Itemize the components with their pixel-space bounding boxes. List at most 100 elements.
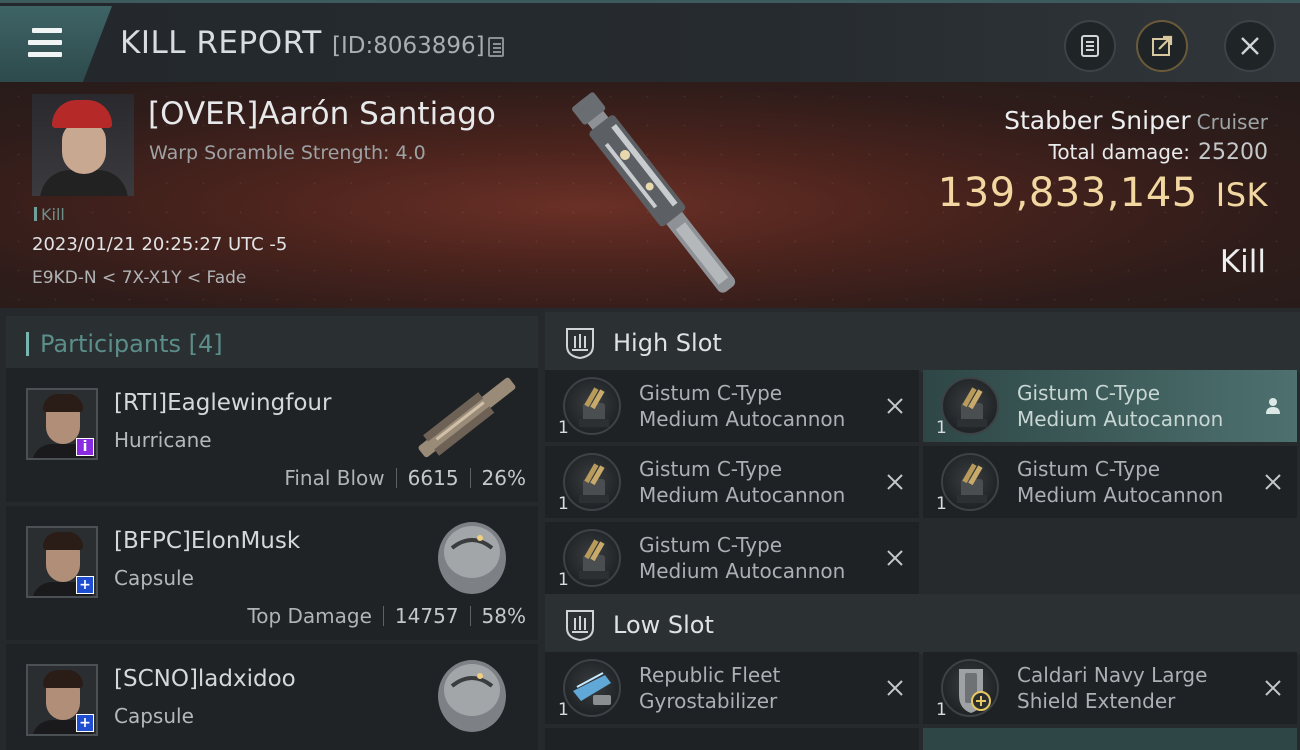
participant-stats: Top Damage 14757 58%	[247, 604, 526, 628]
autocannon-icon	[563, 453, 621, 511]
victim-ship-image[interactable]	[545, 88, 765, 302]
participant-avatar[interactable]: +	[26, 664, 98, 736]
autocannon-icon	[563, 529, 621, 587]
ship-name-label: Stabber Sniper	[1004, 106, 1191, 135]
total-damage: Total damage: 25200	[1049, 140, 1269, 165]
participant-row[interactable]: + [BFPC]ElonMusk Capsule Top Damage 14757…	[6, 506, 538, 640]
module-quantity: 1	[558, 418, 569, 438]
participant-percent: 26%	[481, 466, 526, 490]
module-item-partial[interactable]	[545, 728, 919, 750]
autocannon-icon	[563, 377, 621, 435]
victim-panel: [OVER]Aarón Santiago Warp Soramble Stren…	[0, 82, 1300, 308]
participant-damage: 14757	[394, 604, 459, 628]
module-item[interactable]: 1 Gistum C-Type Medium Autocannon	[545, 370, 919, 442]
close-icon[interactable]	[1261, 470, 1285, 494]
page-title: KILL REPORT	[120, 25, 322, 61]
module-name: Republic Fleet Gyrostabilizer	[639, 663, 781, 713]
shield-extender-icon	[941, 659, 999, 717]
share-button[interactable]	[1136, 20, 1188, 72]
module-item[interactable]: 1 Republic Fleet Gyrostabilizer	[545, 652, 919, 724]
isk-value: 139,833,145 ISK	[938, 170, 1268, 216]
capsule-ship-image	[438, 660, 506, 732]
victim-portrait[interactable]	[32, 94, 134, 196]
close-icon	[1241, 37, 1259, 55]
warp-scramble-text: Warp Soramble Strength: 4.0	[149, 142, 426, 164]
hurricane-ship-image	[418, 377, 516, 458]
participant-damage: 6615	[407, 466, 459, 490]
ship-class-label: Cruiser	[1196, 110, 1268, 134]
participant-avatar[interactable]: i	[26, 388, 98, 460]
participant-name: [SCNO]ladxidoo	[114, 666, 296, 692]
participant-ship: Hurricane	[114, 428, 212, 452]
participants-title: Participants [4]	[40, 330, 223, 358]
module-quantity: 1	[558, 570, 569, 590]
low-slot-icon	[566, 610, 594, 642]
victim-name[interactable]: [OVER]Aarón Santiago	[148, 96, 496, 132]
close-button[interactable]	[1224, 20, 1276, 72]
module-quantity: 1	[936, 418, 947, 438]
participant-row[interactable]: i [RTI]Eaglewingfour Hurricane Final Blo…	[6, 368, 538, 502]
participant-name: [RTI]Eaglewingfour	[114, 390, 332, 416]
module-quantity: 1	[558, 700, 569, 720]
clipboard-button[interactable]	[1064, 20, 1116, 72]
module-item[interactable]: 1 Gistum C-Type Medium Autocannon	[923, 446, 1297, 518]
participant-ship: Capsule	[114, 704, 194, 728]
kill-tag: Kill	[34, 205, 65, 224]
close-icon[interactable]	[883, 394, 907, 418]
module-name: Gistum C-Type Medium Autocannon	[1017, 381, 1224, 431]
victim-ship-name[interactable]: Stabber Sniper Cruiser	[1004, 106, 1268, 135]
result-label: Kill	[1219, 244, 1266, 280]
module-name: Gistum C-Type Medium Autocannon	[1017, 457, 1224, 507]
low-slot-label: Low Slot	[613, 611, 714, 639]
module-name: Gistum C-Type Medium Autocannon	[639, 381, 846, 431]
plus-badge-icon: +	[76, 714, 94, 732]
kill-location[interactable]: E9KD-N < 7X-X1Y < Fade	[32, 268, 246, 288]
copy-id-icon[interactable]	[488, 37, 504, 57]
share-icon	[1152, 35, 1173, 56]
menu-button[interactable]	[0, 6, 112, 82]
capsule-ship-image	[438, 522, 506, 594]
isk-unit: ISK	[1215, 176, 1268, 214]
participant-ship: Capsule	[114, 566, 194, 590]
participant-avatar[interactable]: +	[26, 526, 98, 598]
close-icon[interactable]	[883, 470, 907, 494]
plus-badge-icon: +	[76, 576, 94, 594]
module-item-partial[interactable]	[923, 728, 1297, 750]
participant-stats: Final Blow 6615 26%	[284, 466, 526, 490]
isk-amount: 139,833,145	[937, 170, 1198, 216]
participant-row[interactable]: + [SCNO]ladxidoo Capsule	[6, 644, 538, 750]
module-item[interactable]: 1 Gistum C-Type Medium Autocannon	[545, 446, 919, 518]
clipboard-icon	[1081, 35, 1099, 57]
module-item[interactable]: 1 Gistum C-Type Medium Autocannon	[545, 522, 919, 594]
hamburger-icon	[28, 28, 62, 64]
close-icon[interactable]	[883, 546, 907, 570]
high-slot-label: High Slot	[613, 329, 722, 357]
kill-datetime: 2023/01/21 20:25:27 UTC -5	[32, 234, 288, 255]
autocannon-icon	[941, 377, 999, 435]
participants-count: [4]	[188, 330, 223, 358]
module-name: Caldari Navy Large Shield Extender	[1017, 663, 1208, 713]
module-quantity: 1	[936, 700, 947, 720]
participant-note: Top Damage	[247, 604, 372, 628]
participants-panel: Participants [4] i [RTI]Eaglewingfour Hu…	[0, 308, 545, 750]
participant-percent: 58%	[481, 604, 526, 628]
module-item[interactable]: 1 Caldari Navy Large Shield Extender	[923, 652, 1297, 724]
participant-name: [BFPC]ElonMusk	[114, 528, 301, 554]
high-slot-icon	[566, 328, 594, 360]
autocannon-icon	[941, 453, 999, 511]
module-name: Gistum C-Type Medium Autocannon	[639, 533, 846, 583]
close-icon[interactable]	[1261, 676, 1285, 700]
participants-header: Participants [4]	[6, 316, 538, 374]
report-id: [ID:8063896]	[332, 33, 485, 59]
total-damage-label: Total damage:	[1048, 140, 1191, 164]
module-item-selected[interactable]: 1 Gistum C-Type Medium Autocannon	[923, 370, 1297, 442]
total-damage-value: 25200	[1198, 140, 1268, 165]
fitting-panel: High Slot 1 Gistum C-Type Medium Autocann…	[545, 308, 1300, 750]
module-name: Gistum C-Type Medium Autocannon	[639, 457, 846, 507]
close-icon[interactable]	[883, 676, 907, 700]
module-quantity: 1	[558, 494, 569, 514]
participant-note: Final Blow	[284, 466, 385, 490]
low-slot-header: Low Slot	[545, 594, 1300, 654]
module-quantity: 1	[936, 494, 947, 514]
person-icon[interactable]	[1261, 394, 1285, 418]
